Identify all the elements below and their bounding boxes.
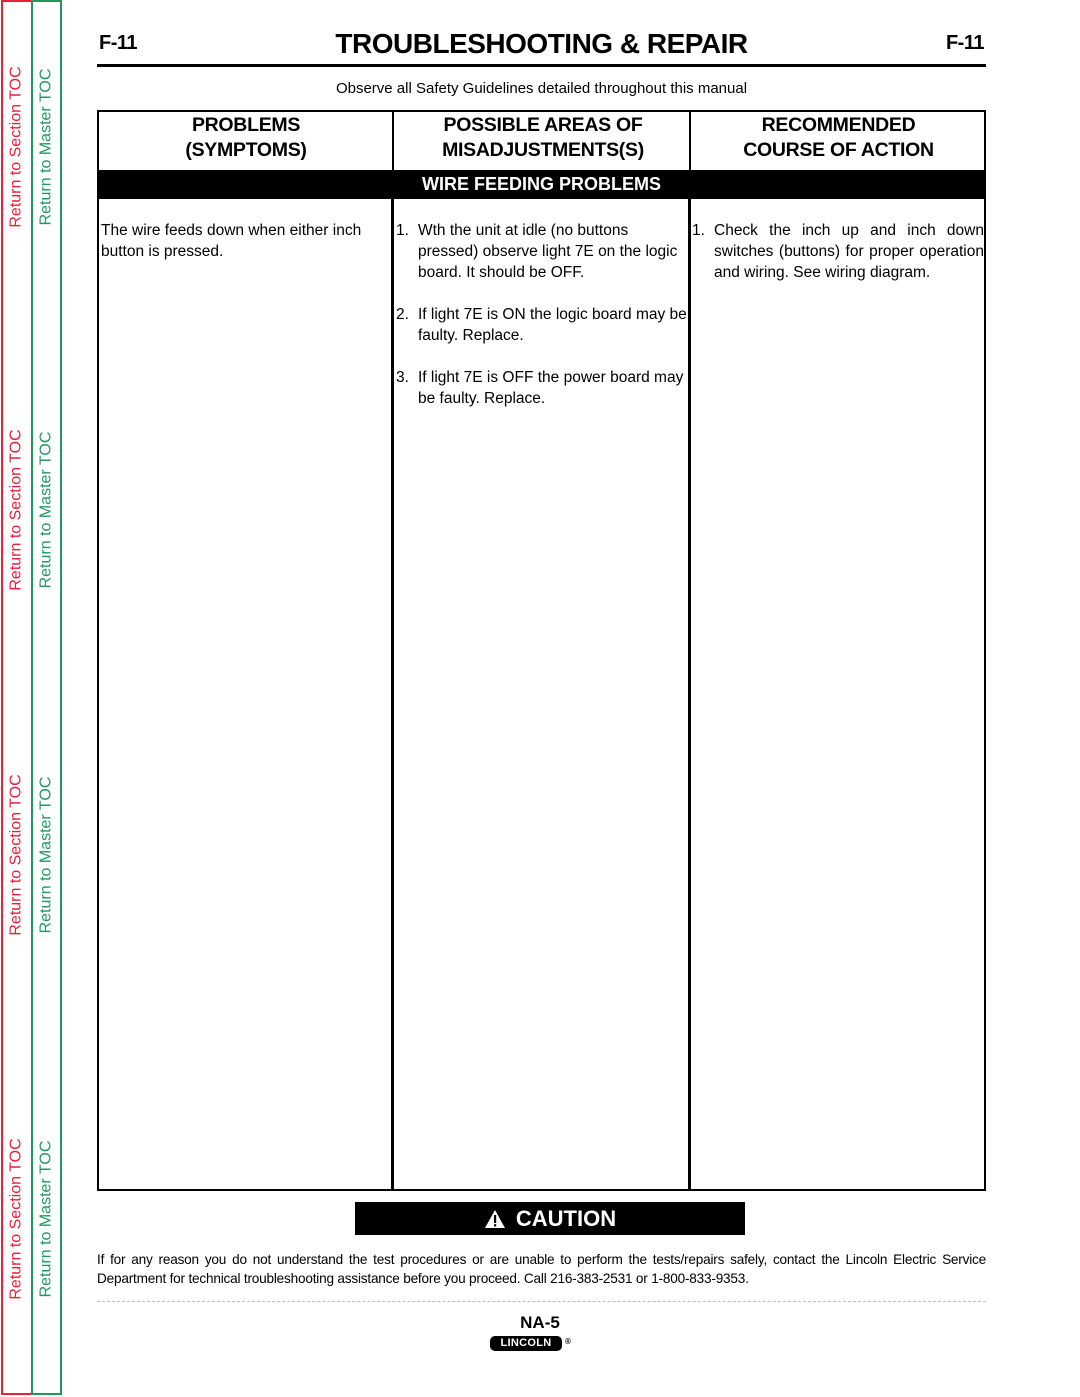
column-header-line: COURSE OF ACTION xyxy=(743,139,934,161)
column-header-line: POSSIBLE AREAS OF xyxy=(443,114,643,136)
column-header-possible-areas: POSSIBLE AREAS OF MISADJUSTMENTS(S) xyxy=(396,112,690,171)
troubleshooting-table: PROBLEMS (SYMPTOMS) POSSIBLE AREAS OF MI… xyxy=(97,110,986,1191)
return-to-master-toc-link[interactable]: Return to Master TOC xyxy=(33,380,60,640)
list-item: 1. Check the inch up and inch down switc… xyxy=(692,220,984,283)
page-header: F-11 TROUBLESHOOTING & REPAIR F-11 xyxy=(97,28,986,67)
item-text: Wth the unit at idle (no buttons pressed… xyxy=(418,222,678,281)
toc-link-label: Return to Section TOC xyxy=(8,66,26,228)
caution-banner: CAUTION xyxy=(355,1202,745,1235)
column-header-line: PROBLEMS xyxy=(191,114,301,136)
column-divider xyxy=(391,199,394,1189)
toc-link-label: Return to Master TOC xyxy=(37,68,55,226)
caution-label: CAUTION xyxy=(515,1205,617,1231)
list-item: 1. Wth the unit at idle (no buttons pres… xyxy=(396,220,688,283)
column-divider xyxy=(392,112,394,170)
return-to-section-toc-link[interactable]: Return to Section TOC xyxy=(3,17,31,277)
column-divider xyxy=(689,112,691,170)
item-number: 1. xyxy=(396,222,409,239)
column-header-recommended: RECOMMENDED COURSE OF ACTION xyxy=(693,112,984,171)
page-number: NA-5 xyxy=(520,1313,560,1332)
list-item: 2. If light 7E is ON the logic board may… xyxy=(396,304,688,346)
column-header-line: MISADJUSTMENTS(S) xyxy=(442,139,644,161)
list-item: 3. If light 7E is OFF the power board ma… xyxy=(396,367,688,409)
recommended-action-cell: 1. Check the inch up and inch down switc… xyxy=(692,220,984,304)
page-code-right: F-11 xyxy=(945,32,985,54)
column-divider xyxy=(688,199,691,1189)
logo-registered-mark: ® xyxy=(565,1337,571,1346)
logo-top: LINCOLN xyxy=(490,1336,562,1351)
toc-link-label: Return to Section TOC xyxy=(8,1138,26,1300)
logo-bottom-text: ELECTRIC xyxy=(515,1351,563,1361)
page-title: TROUBLESHOOTING & REPAIR xyxy=(335,28,748,59)
footer-divider xyxy=(97,1301,986,1302)
column-header-line: (SYMPTOMS) xyxy=(185,139,307,161)
return-to-section-toc-link[interactable]: Return to Section TOC xyxy=(3,725,31,985)
toc-link-label: Return to Section TOC xyxy=(8,774,26,936)
return-to-section-toc-link[interactable]: Return to Section TOC xyxy=(3,1089,31,1349)
master-toc-strip: Return to Master TOC Return to Master TO… xyxy=(31,0,62,1395)
item-text: If light 7E is ON the logic board may be… xyxy=(418,306,687,344)
toc-link-label: Return to Master TOC xyxy=(37,776,55,934)
item-number: 2. xyxy=(396,306,409,323)
column-header-problems: PROBLEMS (SYMPTOMS) xyxy=(99,112,393,171)
safety-note: Observe all Safety Guidelines detailed t… xyxy=(335,80,748,97)
possible-areas-cell: 1. Wth the unit at idle (no buttons pres… xyxy=(396,220,688,430)
section-title-bar: WIRE FEEDING PROBLEMS xyxy=(99,170,984,199)
item-text: If light 7E is OFF the power board may b… xyxy=(418,369,684,407)
item-text: Check the inch up and inch down switches… xyxy=(714,222,984,281)
column-header-line: RECOMMENDED xyxy=(761,114,916,136)
toc-link-label: Return to Section TOC xyxy=(8,429,26,591)
return-to-master-toc-link[interactable]: Return to Master TOC xyxy=(33,1089,60,1349)
symptom-cell: The wire feeds down when either inch but… xyxy=(101,222,362,260)
toc-link-label: Return to Master TOC xyxy=(37,1140,55,1298)
section-toc-strip: Return to Section TOC Return to Section … xyxy=(1,0,31,1395)
return-to-section-toc-link[interactable]: Return to Section TOC xyxy=(3,380,31,640)
caution-text: If for any reason you do not understand … xyxy=(97,1252,986,1286)
warning-triangle-icon xyxy=(484,1209,505,1228)
return-to-master-toc-link[interactable]: Return to Master TOC xyxy=(33,725,60,985)
return-to-master-toc-link[interactable]: Return to Master TOC xyxy=(33,17,60,277)
item-number: 1. xyxy=(692,222,705,239)
toc-link-label: Return to Master TOC xyxy=(37,431,55,589)
item-number: 3. xyxy=(396,369,409,386)
lincoln-electric-logo: LINCOLN ® ELECTRIC xyxy=(490,1336,582,1366)
